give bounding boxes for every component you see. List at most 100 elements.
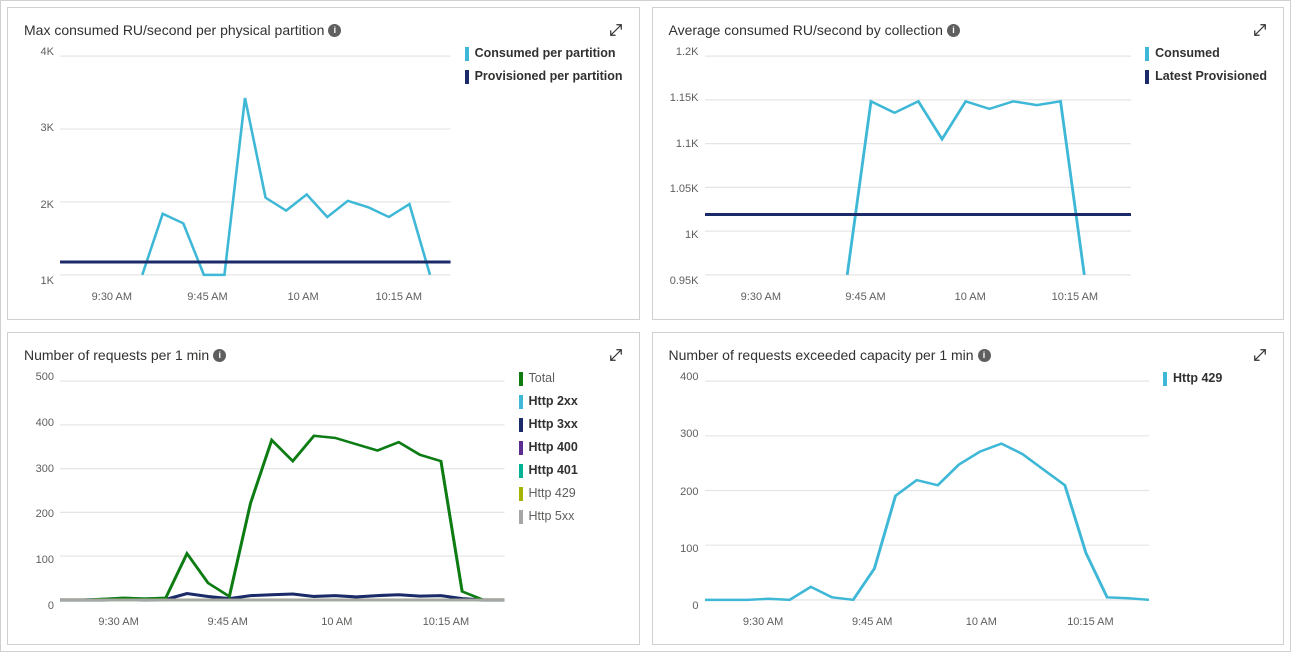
card-title-text: Number of requests per 1 min bbox=[24, 347, 209, 363]
chart-plot[interactable] bbox=[705, 369, 1150, 612]
expand-icon[interactable] bbox=[609, 23, 623, 37]
info-icon[interactable]: i bbox=[947, 24, 960, 37]
legend-label: Http 400 bbox=[529, 440, 578, 454]
legend-item[interactable]: Total bbox=[519, 371, 623, 386]
legend-swatch bbox=[519, 510, 523, 524]
x-tick: 9:45 AM bbox=[160, 291, 256, 309]
legend-item[interactable]: Http 429 bbox=[519, 486, 623, 501]
legend-item[interactable]: Http 2xx bbox=[519, 394, 623, 409]
legend-label: Http 401 bbox=[529, 463, 578, 477]
chart-card-exceeded: Number of requests exceeded capacity per… bbox=[652, 332, 1285, 645]
y-tick: 1.1K bbox=[676, 138, 699, 150]
x-tick: 9:30 AM bbox=[64, 616, 173, 634]
x-tick: 10 AM bbox=[927, 616, 1036, 634]
legend-item[interactable]: Consumed per partition bbox=[465, 46, 623, 61]
legend-item[interactable]: Http 400 bbox=[519, 440, 623, 455]
y-tick: 1K bbox=[41, 275, 54, 287]
legend-swatch bbox=[519, 464, 523, 478]
y-tick: 0 bbox=[692, 600, 698, 612]
card-title-text: Average consumed RU/second by collection bbox=[669, 22, 943, 38]
y-axis: 4K 3K 2K 1K bbox=[24, 44, 60, 309]
y-tick: 200 bbox=[36, 508, 54, 520]
legend: Http 429 bbox=[1157, 369, 1267, 634]
legend-item[interactable]: Consumed bbox=[1145, 46, 1267, 61]
card-header: Number of requests per 1 min i bbox=[24, 347, 623, 363]
y-tick: 1.2K bbox=[676, 46, 699, 58]
x-tick: 9:45 AM bbox=[813, 291, 918, 309]
chart-area: 500 400 300 200 100 0 9:30 AM9:45 AM10 AM10:15… bbox=[24, 369, 505, 634]
y-axis: 500 400 300 200 100 0 bbox=[24, 369, 60, 634]
x-tick: 10:15 AM bbox=[1036, 616, 1145, 634]
x-tick: 9:45 AM bbox=[173, 616, 282, 634]
legend-swatch bbox=[519, 487, 523, 501]
chart-plot[interactable] bbox=[60, 369, 505, 612]
legend-label: Http 429 bbox=[1173, 371, 1222, 385]
legend-swatch bbox=[1163, 372, 1167, 386]
card-header: Max consumed RU/second per physical part… bbox=[24, 22, 623, 38]
x-tick: 10:15 AM bbox=[391, 616, 500, 634]
card-title: Max consumed RU/second per physical part… bbox=[24, 22, 341, 38]
expand-icon[interactable] bbox=[609, 348, 623, 362]
card-header: Number of requests exceeded capacity per… bbox=[669, 347, 1268, 363]
legend-swatch bbox=[465, 47, 469, 61]
info-icon[interactable]: i bbox=[328, 24, 341, 37]
legend-swatch bbox=[519, 441, 523, 455]
legend-label: Provisioned per partition bbox=[475, 69, 623, 83]
x-tick: 9:30 AM bbox=[709, 616, 818, 634]
y-tick: 3K bbox=[41, 122, 54, 134]
x-tick: 10:15 AM bbox=[351, 291, 447, 309]
legend-item[interactable]: Http 401 bbox=[519, 463, 623, 478]
dashboard-grid: Max consumed RU/second per physical part… bbox=[7, 7, 1284, 645]
x-axis: 9:30 AM9:45 AM10 AM10:15 AM bbox=[60, 287, 451, 309]
y-tick: 300 bbox=[680, 428, 698, 440]
legend: Consumed Latest Provisioned bbox=[1139, 44, 1267, 309]
y-tick: 100 bbox=[36, 554, 54, 566]
x-tick: 9:30 AM bbox=[709, 291, 814, 309]
y-tick: 0 bbox=[48, 600, 54, 612]
y-tick: 300 bbox=[36, 463, 54, 475]
chart-area: 40030020010009:30 AM9:45 AM10 AM10:15 AM bbox=[669, 369, 1150, 634]
y-tick: 2K bbox=[41, 199, 54, 211]
legend-item[interactable]: Latest Provisioned bbox=[1145, 69, 1267, 84]
legend-label: Latest Provisioned bbox=[1155, 69, 1267, 83]
y-tick: 1.05K bbox=[670, 183, 699, 195]
legend-item[interactable]: Http 3xx bbox=[519, 417, 623, 432]
legend-item[interactable]: Http 429 bbox=[1163, 371, 1267, 386]
x-tick: 10 AM bbox=[255, 291, 351, 309]
y-tick: 100 bbox=[680, 543, 698, 555]
legend-swatch bbox=[519, 418, 523, 432]
info-icon[interactable]: i bbox=[213, 349, 226, 362]
y-tick: 4K bbox=[41, 46, 54, 58]
expand-icon[interactable] bbox=[1253, 348, 1267, 362]
legend-swatch bbox=[1145, 47, 1149, 61]
chart-card-avg-ru: Average consumed RU/second by collection… bbox=[652, 7, 1285, 320]
x-tick: 10:15 AM bbox=[1023, 291, 1128, 309]
legend-label: Http 429 bbox=[529, 486, 576, 500]
y-tick: 0.95K bbox=[670, 275, 699, 287]
y-tick: 1.15K bbox=[670, 92, 699, 104]
expand-icon[interactable] bbox=[1253, 23, 1267, 37]
legend-item[interactable]: Http 5xx bbox=[519, 509, 623, 524]
chart-area: 4K 3K 2K 1K 9:30 AM9:45 AM10 AM10:15 AM bbox=[24, 44, 451, 309]
chart-plot[interactable] bbox=[705, 44, 1132, 287]
card-title: Number of requests per 1 min i bbox=[24, 347, 226, 363]
card-title: Average consumed RU/second by collection… bbox=[669, 22, 960, 38]
y-tick: 200 bbox=[680, 486, 698, 498]
legend-swatch bbox=[519, 395, 523, 409]
x-axis: 9:30 AM9:45 AM10 AM10:15 AM bbox=[60, 612, 505, 634]
y-tick: 500 bbox=[36, 371, 54, 383]
legend-swatch bbox=[519, 372, 523, 386]
legend-item[interactable]: Provisioned per partition bbox=[465, 69, 623, 84]
y-tick: 400 bbox=[36, 417, 54, 429]
card-title-text: Max consumed RU/second per physical part… bbox=[24, 22, 324, 38]
y-axis: 400 300 200 100 0 bbox=[669, 369, 705, 634]
y-tick: 400 bbox=[680, 371, 698, 383]
legend-label: Http 3xx bbox=[529, 417, 578, 431]
chart-area: 1.2K1.15K1.1K1.05K1K0.95K9:30 AM9:45 AM1… bbox=[669, 44, 1132, 309]
legend-label: Consumed per partition bbox=[475, 46, 616, 60]
chart-plot[interactable] bbox=[60, 44, 451, 287]
x-tick: 10 AM bbox=[282, 616, 391, 634]
legend-label: Http 2xx bbox=[529, 394, 578, 408]
legend-label: Http 5xx bbox=[529, 509, 575, 523]
info-icon[interactable]: i bbox=[978, 349, 991, 362]
